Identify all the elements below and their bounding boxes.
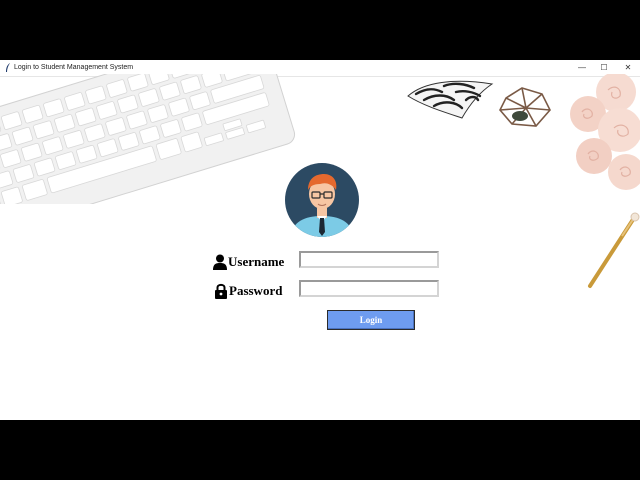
- lock-icon: [215, 283, 227, 299]
- password-input[interactable]: [299, 280, 439, 297]
- keyboard-image: [0, 74, 296, 204]
- login-button[interactable]: Login: [327, 310, 415, 330]
- gold-pen-image: [588, 212, 640, 288]
- login-window: Login to Student Management System — ☐ ✕: [0, 60, 640, 420]
- password-label: Password: [229, 283, 283, 298]
- roses-image: [570, 74, 640, 190]
- student-avatar: [285, 163, 359, 237]
- user-icon: [213, 254, 227, 270]
- username-input[interactable]: [299, 251, 439, 268]
- window-title: Login to Student Management System: [14, 64, 134, 71]
- terrarium-image: [499, 87, 551, 127]
- username-label: Username: [228, 254, 285, 269]
- feather-icon: [6, 63, 10, 72]
- zebra-dish-image: [407, 80, 494, 119]
